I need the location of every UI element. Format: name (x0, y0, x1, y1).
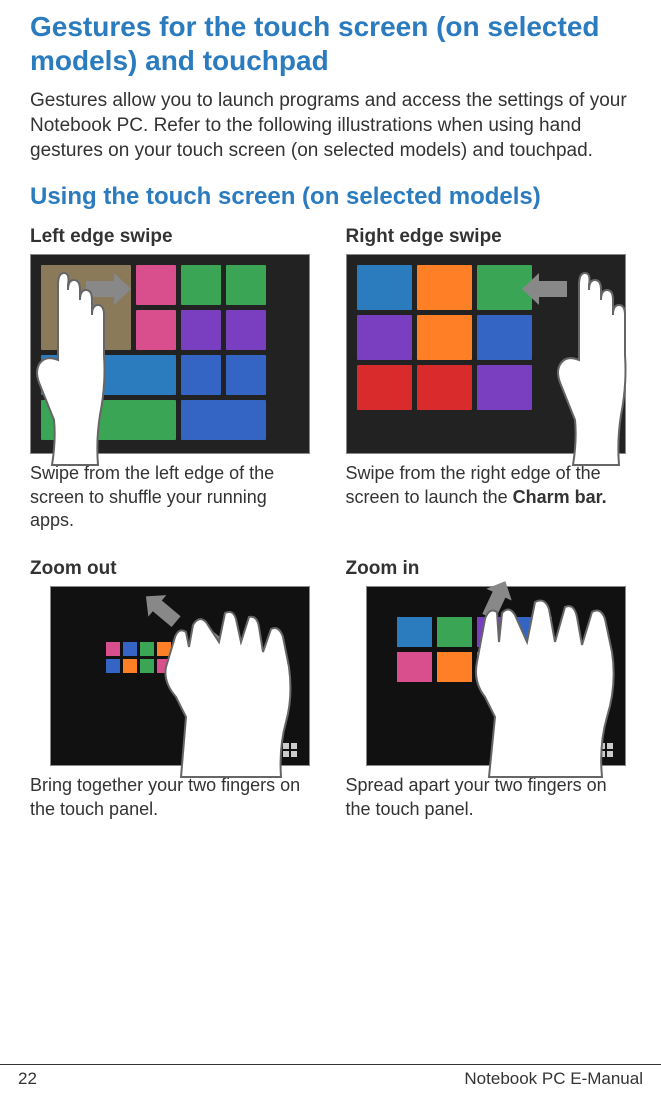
pinch-hand-icon (151, 607, 311, 807)
gesture-block-zoom-in: Zoom in Spread apart your two fingers on… (346, 558, 632, 841)
gesture-grid: Left edge swipe Sw (30, 226, 631, 841)
gesture-title: Right edge swipe (346, 226, 632, 248)
gesture-block-right-edge: Right edge swipe Swipe from the right (346, 226, 632, 552)
gesture-title: Left edge swipe (30, 226, 316, 248)
gesture-block-left-edge: Left edge swipe Sw (30, 226, 316, 552)
gesture-title: Zoom in (346, 558, 632, 580)
hand-icon (547, 265, 637, 475)
main-heading: Gestures for the touch screen (on select… (30, 10, 631, 77)
gesture-block-zoom-out: Zoom out Bring together your two fingers… (30, 558, 316, 841)
hand-icon (26, 265, 116, 475)
page-footer: 22 Notebook PC E-Manual (0, 1064, 661, 1093)
manual-label: Notebook PC E-Manual (464, 1069, 643, 1089)
gesture-title: Zoom out (30, 558, 316, 580)
zoom-out-illustration (50, 586, 310, 766)
spread-hand-icon (457, 597, 632, 797)
left-edge-swipe-illustration (30, 254, 310, 454)
page-number: 22 (18, 1069, 37, 1089)
sub-heading: Using the touch screen (on selected mode… (30, 183, 631, 211)
zoom-in-illustration (366, 586, 626, 766)
right-edge-swipe-illustration (346, 254, 626, 454)
intro-paragraph: Gestures allow you to launch programs an… (30, 89, 631, 163)
